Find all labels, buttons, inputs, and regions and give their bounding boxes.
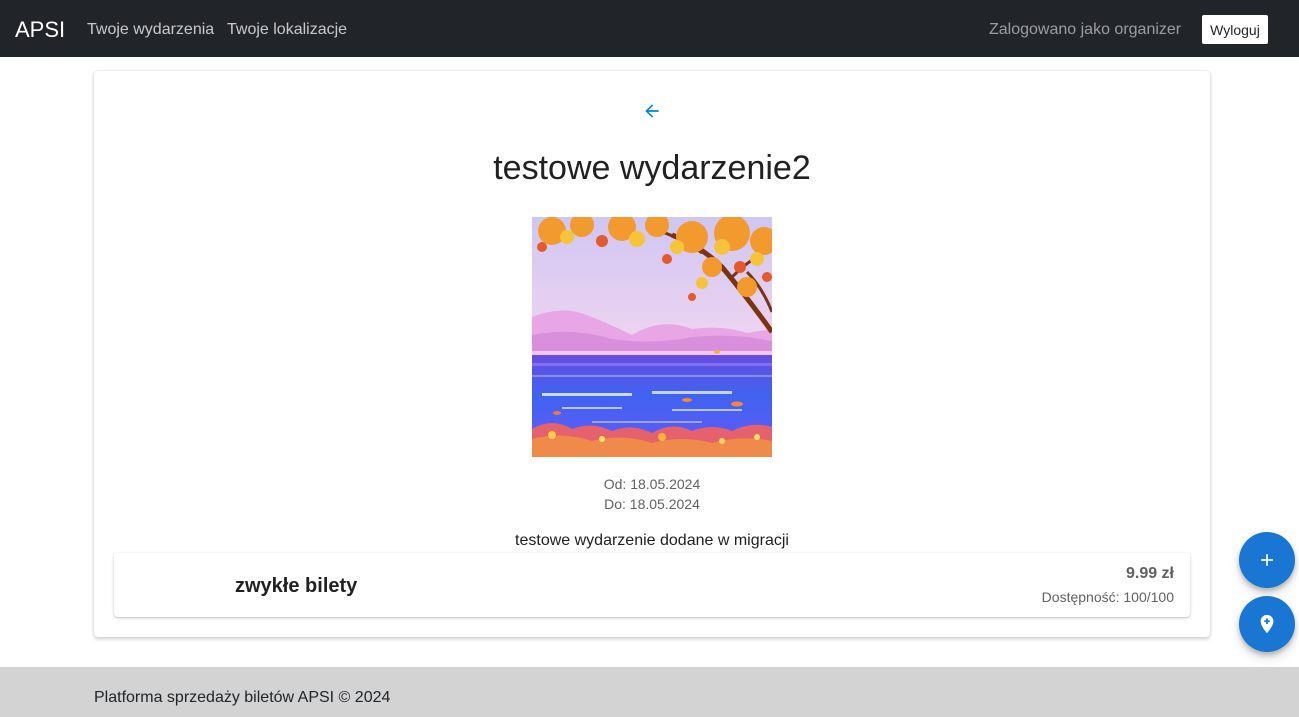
ticket-availability: Dostępność: 100/100 [1041,589,1174,605]
ticket-type-card[interactable]: zwykłe bilety 9.99 zł Dostępność: 100/10… [114,553,1190,617]
date-to: Do: 18.05.2024 [604,496,700,512]
plus-icon [1261,554,1273,566]
logged-in-user-text: Zalogowano jako organizer [989,21,1182,38]
nav-link-your-events[interactable]: Twoje wydarzenia [87,20,214,40]
event-title: testowe wydarzenie2 [493,149,811,187]
add-event-button[interactable] [1239,532,1295,588]
page-footer: Platforma sprzedaży biletów APSI © 2024 [0,667,1299,717]
event-details-card: testowe wydarzenie2 Od: 18.05.2024 Do: 1… [94,71,1210,637]
date-from: Od: 18.05.2024 [603,476,701,492]
ticket-price: 9.99 zł [1125,565,1174,582]
arrow-left-icon [645,104,659,118]
event-image [532,217,772,457]
event-dates: Od: 18.05.2024 Do: 18.05.2024 [94,474,1210,514]
back-button[interactable] [638,97,666,125]
autumn-lake-illustration [532,217,772,457]
nav-link-your-locations[interactable]: Twoje lokalizacje [227,20,347,40]
logout-button[interactable]: Wyloguj [1201,14,1269,45]
footer-text: Platforma sprzedaży biletów APSI © 2024 [94,689,391,706]
event-description: testowe wydarzenie dodane w migracji [515,532,789,549]
add-location-icon [1260,614,1274,634]
top-navbar: APSI Twoje wydarzenia Twoje lokalizacje … [0,0,1299,57]
brand-link[interactable]: APSI [15,16,65,44]
add-location-button[interactable] [1239,596,1295,652]
ticket-name: zwykłe bilety [235,575,358,597]
